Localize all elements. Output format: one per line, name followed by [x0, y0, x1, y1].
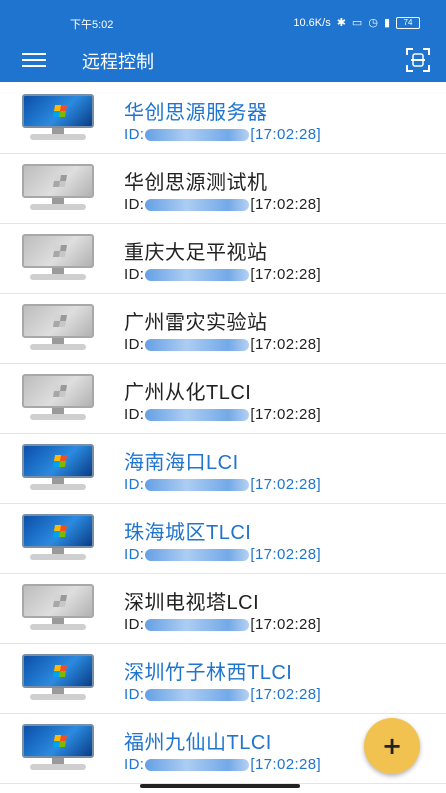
device-row[interactable]: 华创思源服务器 ID: [17:02:28] — [0, 84, 446, 154]
device-name: 华创思源服务器 — [124, 102, 268, 124]
device-name: 海南海口LCI — [124, 452, 239, 474]
monitor-icon — [22, 94, 94, 142]
device-id-line: ID: [17:02:28] — [124, 546, 321, 563]
device-time: [17:02:28] — [250, 266, 322, 283]
monitor-icon — [22, 234, 94, 282]
device-name: 广州雷灾实验站 — [124, 312, 268, 334]
device-id-label: ID: — [124, 476, 145, 493]
device-name: 重庆大足平视站 — [124, 242, 268, 264]
device-row[interactable]: 华创思源测试机 ID: [17:02:28] — [0, 154, 446, 224]
device-row[interactable]: 深圳电视塔LCI ID: [17:02:28] — [0, 574, 446, 644]
redacted-id — [145, 688, 250, 701]
device-id-label: ID: — [124, 686, 145, 703]
monitor-icon — [22, 724, 94, 772]
device-id-line: ID: [17:02:28] — [124, 406, 321, 423]
device-row[interactable]: 海南海口LCI ID: [17:02:28] — [0, 434, 446, 504]
device-id-label: ID: — [124, 546, 145, 563]
device-id-label: ID: — [124, 266, 145, 283]
alarm-icon: ◷ — [368, 17, 378, 29]
device-id-line: ID: [17:02:28] — [124, 686, 321, 703]
page-title: 远程控制 — [82, 52, 154, 72]
device-row[interactable]: 广州从化TLCI ID: [17:02:28] — [0, 364, 446, 434]
device-row[interactable]: 广州雷灾实验站 ID: [17:02:28] — [0, 294, 446, 364]
add-device-button[interactable]: + — [364, 718, 420, 774]
device-id-line: ID: [17:02:28] — [124, 616, 321, 633]
device-id-label: ID: — [124, 336, 145, 353]
device-name: 珠海城区TLCI — [124, 522, 252, 544]
device-id-label: ID: — [124, 406, 145, 423]
redacted-id — [145, 128, 250, 141]
status-bar: 下午5:02 10.6K/s ✱ ▭ ◷ ▮ 74 — [0, 12, 446, 34]
device-name: 华创思源测试机 — [124, 172, 268, 194]
monitor-icon — [22, 514, 94, 562]
redacted-id — [145, 198, 250, 211]
redacted-id — [145, 478, 250, 491]
monitor-icon — [22, 654, 94, 702]
redacted-id — [145, 618, 250, 631]
device-id-line: ID: [17:02:28] — [124, 336, 321, 353]
device-id-line: ID: [17:02:28] — [124, 266, 321, 283]
device-id-label: ID: — [124, 616, 145, 633]
monitor-icon — [22, 304, 94, 352]
device-list: 华创思源服务器 ID: [17:02:28] 华创思源测试机 ID: [17:02:28]… — [0, 84, 446, 784]
device-id-line: ID: [17:02:28] — [124, 196, 321, 213]
monitor-icon — [22, 164, 94, 212]
app-header: 下午5:02 10.6K/s ✱ ▭ ◷ ▮ 74 远程控制 — [0, 0, 446, 82]
device-time: [17:02:28] — [250, 546, 322, 563]
device-row[interactable]: 珠海城区TLCI ID: [17:02:28] — [0, 504, 446, 574]
device-name: 福州九仙山TLCI — [124, 732, 272, 754]
hamburger-menu-icon[interactable] — [22, 50, 46, 70]
device-time: [17:02:28] — [250, 476, 322, 493]
device-name: 深圳电视塔LCI — [124, 592, 260, 614]
toolbar: 远程控制 — [0, 44, 446, 78]
device-row[interactable]: 深圳竹子林西TLCI ID: [17:02:28] — [0, 644, 446, 714]
network-speed: 10.6K/s — [293, 16, 331, 29]
bluetooth-icon: ✱ — [336, 17, 346, 29]
vibrate-icon: ▭ — [351, 17, 363, 29]
device-name: 广州从化TLCI — [124, 382, 252, 404]
device-time: [17:02:28] — [250, 616, 322, 633]
device-time: [17:02:28] — [250, 196, 322, 213]
status-time: 下午5:02 — [70, 19, 114, 31]
device-name: 深圳竹子林西TLCI — [124, 662, 293, 684]
redacted-id — [145, 408, 250, 421]
device-time: [17:02:28] — [250, 686, 322, 703]
monitor-icon — [22, 374, 94, 422]
device-id-label: ID: — [124, 196, 145, 213]
monitor-icon — [22, 584, 94, 632]
device-time: [17:02:28] — [250, 406, 322, 423]
device-id-line: ID: [17:02:28] — [124, 756, 321, 773]
device-time: [17:02:28] — [250, 756, 322, 773]
redacted-id — [145, 268, 250, 281]
device-id-line: ID: [17:02:28] — [124, 126, 321, 143]
battery-icon: 74 — [396, 16, 420, 29]
device-time: [17:02:28] — [250, 126, 322, 143]
device-id-line: ID: [17:02:28] — [124, 476, 321, 493]
scan-icon[interactable] — [404, 46, 432, 74]
monitor-icon — [22, 444, 94, 492]
device-row[interactable]: 重庆大足平视站 ID: [17:02:28] — [0, 224, 446, 294]
device-time: [17:02:28] — [250, 336, 322, 353]
device-id-label: ID: — [124, 756, 145, 773]
signal-icon: ▮ — [383, 17, 390, 29]
redacted-id — [145, 548, 250, 561]
redacted-id — [145, 758, 250, 771]
status-icons: 10.6K/s ✱ ▭ ◷ ▮ 74 — [293, 16, 420, 29]
device-id-label: ID: — [124, 126, 145, 143]
home-indicator[interactable] — [140, 784, 300, 788]
redacted-id — [145, 338, 250, 351]
